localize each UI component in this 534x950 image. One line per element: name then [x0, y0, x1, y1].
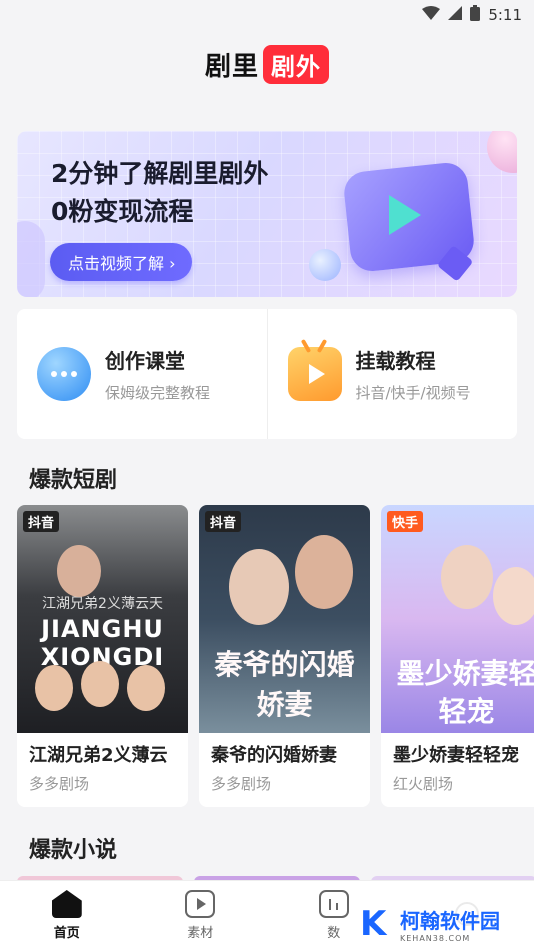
drama-card[interactable]: 墨少娇妻轻轻宠 快手 墨少娇妻轻轻宠 红火剧场 [381, 505, 534, 807]
poster-subtitle-art: 江湖兄弟2义薄云天 [42, 596, 163, 612]
drama-source: 红火剧场 [393, 775, 454, 793]
watermark: K 柯翰软件园 KEHAN38.COM [356, 898, 534, 950]
banner-title-line1: 2分钟了解剧里剧外 [51, 159, 269, 188]
brand-text-left: 剧里 [204, 51, 259, 82]
card-title: 创作课堂 [105, 349, 185, 373]
drama-source: 多多剧场 [211, 775, 272, 793]
mount-tutorial-card[interactable]: 挂载教程 抖音/快手/视频号 [266, 309, 518, 439]
tab-label: 首页 [53, 926, 80, 941]
card-subtitle: 抖音/快手/视频号 [355, 384, 471, 402]
card-title: 挂载教程 [355, 349, 436, 373]
watch-video-button[interactable]: 点击视频了解 › [50, 243, 192, 281]
decor-shape [17, 221, 45, 297]
tab-label: 素材 [187, 926, 214, 941]
poster-title-art: 秦爷的闪婚娇妻 [214, 648, 355, 721]
banner-title-line2: 0粉变现流程 [51, 197, 194, 226]
drama-title: 江湖兄弟2义薄云 [29, 745, 168, 766]
drama-poster: 江湖兄弟2义薄云天 JIANGHU XIONGDI 抖音 [17, 505, 188, 733]
platform-tag: 抖音 [205, 511, 242, 532]
creation-class-card[interactable]: 创作课堂 保姆级完整教程 [17, 309, 267, 439]
section-title-drama: 爆款短剧 [29, 468, 118, 493]
decor-ball [309, 249, 341, 281]
battery-icon [470, 5, 481, 25]
drama-source: 多多剧场 [29, 775, 90, 793]
app-logo: 剧里 剧外 [0, 40, 534, 88]
card-subtitle: 保姆级完整教程 [105, 384, 211, 402]
watermark-url: KEHAN38.COM [400, 934, 471, 943]
wifi-icon [422, 6, 441, 24]
drama-list: 江湖兄弟2义薄云天 JIANGHU XIONGDI 抖音 江湖兄弟2义薄云 多多… [17, 505, 534, 807]
drama-poster: 秦爷的闪婚娇妻 抖音 [199, 505, 370, 733]
drama-title: 秦爷的闪婚娇妻 [211, 745, 337, 766]
play-icon [389, 195, 421, 235]
tab-material[interactable]: 素材 [134, 881, 268, 950]
intro-video-banner[interactable]: 2分钟了解剧里剧外 0粉变现流程 点击视频了解 › [17, 131, 517, 297]
drama-poster: 墨少娇妻轻轻宠 快手 [381, 505, 534, 733]
platform-tag: 快手 [387, 511, 424, 532]
tab-label: 数 [327, 926, 341, 941]
platform-tag: 抖音 [23, 511, 60, 532]
section-title-novel: 爆款小说 [29, 838, 118, 863]
play-square-icon [185, 890, 216, 918]
tv-icon [287, 338, 342, 401]
drama-title: 墨少娇妻轻轻宠 [393, 745, 519, 766]
tab-home[interactable]: 首页 [0, 881, 134, 950]
poster-title-art: 墨少娇妻轻轻宠 [396, 657, 534, 728]
data-icon [318, 890, 349, 918]
brand-text-right: 剧外 [263, 44, 329, 84]
drama-card[interactable]: 秦爷的闪婚娇妻 抖音 秦爷的闪婚娇妻 多多剧场 [199, 505, 370, 807]
status-time: 5:11 [488, 6, 522, 24]
quick-entries: 创作课堂 保姆级完整教程 挂载教程 抖音/快手/视频号 [17, 309, 517, 439]
watermark-title: 柯翰软件园 [400, 909, 500, 933]
signal-icon [448, 6, 463, 24]
chat-bubble-icon [37, 347, 91, 401]
home-icon [51, 890, 82, 918]
drama-card[interactable]: 江湖兄弟2义薄云天 JIANGHU XIONGDI 抖音 江湖兄弟2义薄云 多多… [17, 505, 188, 807]
status-bar: 5:11 [0, 0, 534, 30]
watermark-logo: K [360, 904, 387, 944]
